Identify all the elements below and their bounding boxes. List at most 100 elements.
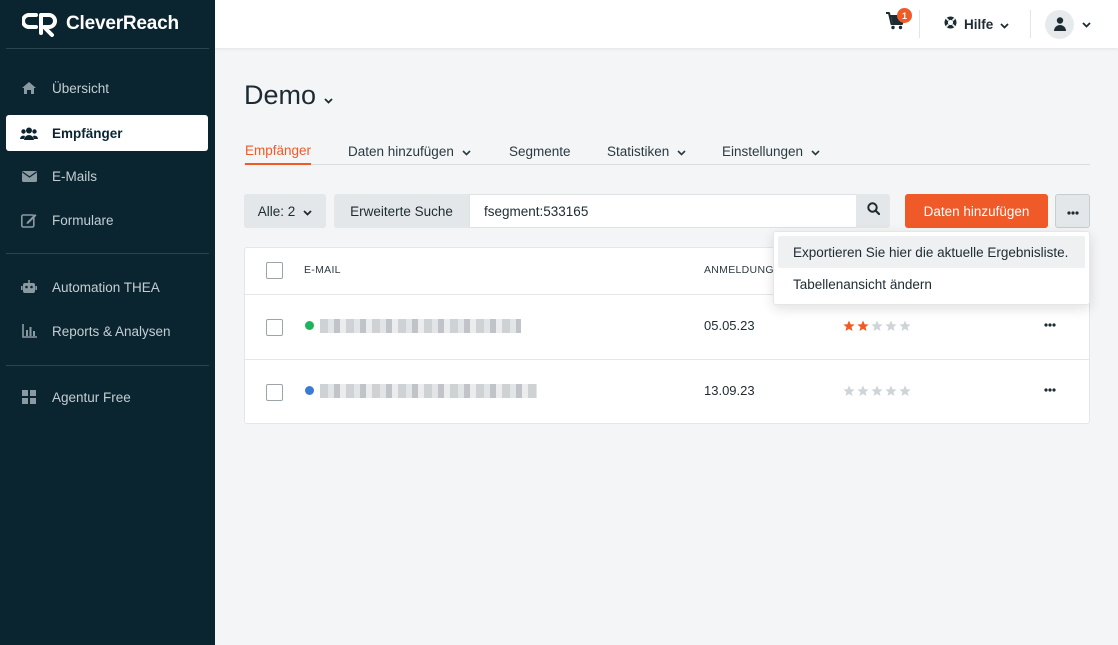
search-input-value: fsegment:533165 [484, 203, 589, 219]
star-filled-icon [843, 320, 855, 331]
star-empty-icon [857, 385, 869, 396]
status-dot-inactive [305, 386, 314, 395]
star-filled-icon [857, 320, 869, 331]
chevron-down-icon [1082, 15, 1091, 33]
lifebuoy-icon [944, 16, 957, 32]
cleverreach-logo[interactable]: CleverReach [21, 10, 179, 38]
cleverreach-logo-mark-icon [21, 11, 60, 37]
sidebar-divider [6, 365, 209, 366]
rating-stars [843, 385, 911, 397]
sidebar-item-label: Übersicht [52, 80, 110, 96]
brand-name: CleverReach [66, 13, 179, 34]
sidebar-item-formulare[interactable]: Formulare [6, 202, 208, 238]
email-redacted [320, 319, 521, 333]
user-menu-button[interactable] [1045, 9, 1091, 39]
sidebar-item-agentur-free[interactable]: Agentur Free [6, 379, 208, 415]
row-menu-button[interactable] [1038, 317, 1062, 333]
tab-daten-hinzufuegen[interactable]: Daten hinzufügen [348, 138, 471, 165]
table-row[interactable]: 13.09.23 [245, 359, 1089, 424]
sidebar-item-empfaenger[interactable]: Empfänger [6, 115, 208, 151]
sidebar-item-emails[interactable]: E-Mails [6, 158, 208, 194]
help-label: Hilfe [964, 16, 994, 32]
more-options-menu: Exportieren Sie hier die aktuelle Ergebn… [773, 231, 1090, 305]
home-icon [20, 79, 38, 97]
column-header-email[interactable]: E-MAIL [304, 264, 341, 276]
search-input[interactable]: fsegment:533165 [469, 194, 857, 228]
row-checkbox[interactable] [266, 384, 283, 401]
users-icon [20, 124, 38, 142]
bar-chart-icon [20, 322, 38, 340]
star-empty-icon [899, 320, 911, 331]
envelope-icon [20, 167, 38, 185]
tab-einstellungen[interactable]: Einstellungen [722, 138, 820, 165]
star-empty-icon [899, 385, 911, 396]
sidebar-item-label: Automation THEA [52, 279, 160, 295]
ellipsis-icon [1044, 388, 1056, 392]
menu-item-export-results[interactable]: Exportieren Sie hier die aktuelle Ergebn… [778, 236, 1085, 268]
sidebar-item-automation-thea[interactable]: Automation THEA [6, 269, 208, 305]
tab-label: Einstellungen [722, 144, 804, 159]
row-menu-button[interactable] [1038, 382, 1062, 398]
topbar-divider [1030, 10, 1031, 38]
chevron-down-icon [462, 144, 471, 159]
tab-empfaenger[interactable]: Empfänger [245, 138, 312, 165]
chevron-down-icon [677, 144, 686, 159]
sidebar-divider [6, 253, 209, 254]
add-data-button[interactable]: Daten hinzufügen [905, 194, 1048, 228]
page-title: Demo [244, 80, 317, 110]
tab-label: Daten hinzufügen [348, 144, 454, 159]
tab-label: Statistiken [607, 144, 670, 159]
sidebar-item-label: Empfänger [52, 125, 123, 141]
ellipsis-icon [1066, 202, 1079, 220]
tab-label: Empfänger [245, 143, 312, 158]
column-header-anmeldung[interactable]: ANMELDUNG [704, 264, 774, 276]
advanced-search-button[interactable]: Erweiterte Suche [334, 194, 469, 228]
topbar-divider [919, 10, 920, 38]
sidebar-item-label: Formulare [52, 212, 114, 228]
all-filter-label: Alle: 2 [257, 203, 296, 219]
tab-segmente[interactable]: Segmente [509, 138, 571, 165]
help-menu-button[interactable]: Hilfe [944, 14, 1009, 34]
chevron-down-icon [303, 204, 312, 219]
select-all-checkbox[interactable] [266, 262, 283, 279]
rating-stars [843, 320, 911, 332]
all-filter-dropdown[interactable]: Alle: 2 [244, 194, 326, 228]
grid-icon [20, 388, 38, 406]
signup-date: 05.05.23 [704, 318, 755, 333]
search-button[interactable] [856, 194, 890, 228]
more-options-button[interactable] [1055, 194, 1090, 228]
star-empty-icon [843, 385, 855, 396]
advanced-search-label: Erweiterte Suche [350, 203, 453, 219]
tab-bar: Empfänger Daten hinzufügen Segmente Stat… [244, 132, 1090, 165]
chevron-down-icon [811, 144, 820, 159]
chevron-down-icon [1000, 17, 1009, 32]
cart-count-badge: 1 [897, 8, 912, 23]
sidebar-item-reports[interactable]: Reports & Analysen [6, 313, 208, 349]
top-bar: 1 Hilfe [215, 0, 1118, 48]
ellipsis-icon [1044, 323, 1056, 327]
search-icon [866, 202, 880, 220]
sidebar: CleverReach Übersicht Empfänger E-Mails … [0, 0, 215, 645]
star-empty-icon [871, 320, 883, 331]
chevron-down-icon [324, 80, 333, 111]
sidebar-item-label: Agentur Free [52, 389, 131, 405]
add-data-label: Daten hinzufügen [923, 203, 1030, 219]
sidebar-divider [6, 48, 209, 49]
sidebar-item-uebersicht[interactable]: Übersicht [6, 70, 208, 106]
sidebar-item-label: Reports & Analysen [52, 323, 171, 339]
edit-form-icon [20, 211, 38, 229]
robot-icon [20, 278, 38, 296]
star-empty-icon [871, 385, 883, 396]
signup-date: 13.09.23 [704, 383, 755, 398]
avatar [1045, 9, 1074, 39]
tab-label: Segmente [509, 144, 571, 159]
tab-statistiken[interactable]: Statistiken [607, 138, 686, 165]
star-empty-icon [885, 385, 897, 396]
email-redacted [320, 384, 537, 398]
row-checkbox[interactable] [266, 319, 283, 336]
sidebar-item-label: E-Mails [52, 168, 98, 184]
star-empty-icon [885, 320, 897, 331]
menu-item-change-table-view[interactable]: Tabellenansicht ändern [778, 268, 1085, 300]
status-dot-active [305, 321, 314, 330]
list-selector-title[interactable]: Demo [244, 80, 333, 111]
